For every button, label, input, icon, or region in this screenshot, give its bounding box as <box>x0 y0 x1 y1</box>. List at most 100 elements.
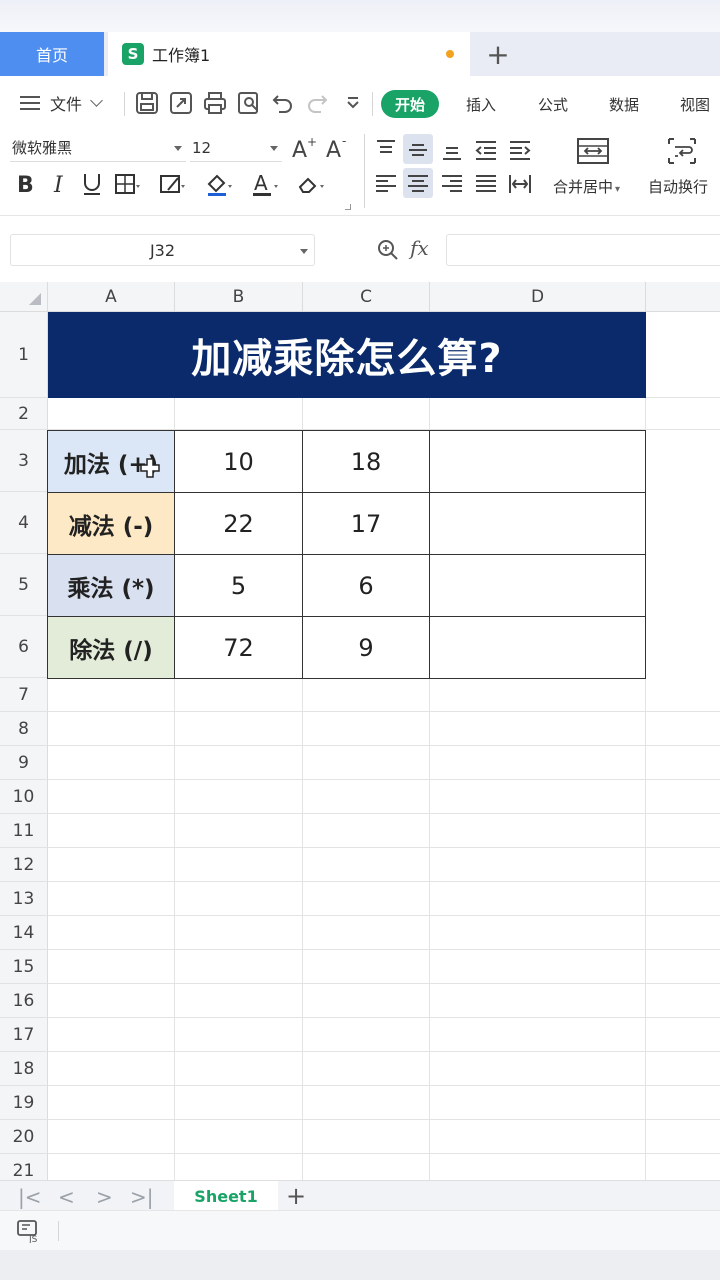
cell-c4[interactable]: 17 <box>303 493 430 555</box>
auto-wrap-button[interactable]: 自动换行 <box>648 176 708 197</box>
cell-d3[interactable] <box>430 431 646 493</box>
font-color-icon[interactable]: A <box>250 170 278 198</box>
cell-d6[interactable] <box>430 617 646 679</box>
cell-b4[interactable]: 22 <box>175 493 303 555</box>
cell-b5[interactable]: 5 <box>175 555 303 617</box>
align-middle-icon[interactable] <box>404 136 432 164</box>
row-header[interactable]: 21 <box>0 1154 48 1180</box>
column-header-c[interactable]: C <box>303 282 430 312</box>
formula-input[interactable] <box>446 234 720 266</box>
row-header[interactable]: 17 <box>0 1018 48 1052</box>
bold-icon[interactable]: B <box>12 170 40 198</box>
tab-start[interactable]: 开始 <box>381 90 440 118</box>
decrease-font-icon[interactable]: A - <box>324 134 352 162</box>
row-header[interactable]: 12 <box>0 848 48 882</box>
add-sheet-button[interactable]: + <box>284 1181 308 1211</box>
italic-icon[interactable]: I <box>46 170 74 198</box>
align-top-icon[interactable] <box>372 136 400 164</box>
cell-b6[interactable]: 72 <box>175 617 303 679</box>
row-header[interactable]: 5 <box>0 554 48 616</box>
align-left-icon[interactable] <box>372 170 400 198</box>
redo-icon[interactable] <box>304 90 330 116</box>
title-cell[interactable]: 加减乘除怎么算? <box>48 312 646 398</box>
column-header-a[interactable]: A <box>48 282 175 312</box>
row-header[interactable]: 18 <box>0 1052 48 1086</box>
export-icon[interactable] <box>168 90 194 116</box>
column-header-b[interactable]: B <box>175 282 303 312</box>
tab-home[interactable]: 首页 <box>0 32 104 76</box>
tab-data[interactable]: 数据 <box>609 90 639 118</box>
fx-icon[interactable]: fx <box>410 236 429 260</box>
align-right-icon[interactable] <box>438 170 466 198</box>
row-header[interactable]: 13 <box>0 882 48 916</box>
font-dialog-launcher-icon[interactable] <box>345 204 351 210</box>
border-icon[interactable] <box>112 170 140 198</box>
name-box[interactable]: J32 <box>10 234 315 266</box>
save-icon[interactable] <box>134 90 160 116</box>
tab-view[interactable]: 视图 <box>680 90 710 118</box>
cell-a5[interactable]: 乘法 (*) <box>48 555 175 617</box>
select-all-corner[interactable] <box>0 282 48 312</box>
sheet-tab-sheet1[interactable]: Sheet1 <box>174 1181 278 1211</box>
row-header[interactable]: 20 <box>0 1120 48 1154</box>
clear-format-icon[interactable] <box>296 170 324 198</box>
cell-d5[interactable] <box>430 555 646 617</box>
first-sheet-icon[interactable]: |< <box>18 1185 42 1209</box>
more-dropdown-icon[interactable] <box>340 90 366 116</box>
cell-a4[interactable]: 减法 (-) <box>48 493 175 555</box>
last-sheet-icon[interactable]: >| <box>130 1185 154 1209</box>
font-size-select[interactable]: 12 <box>190 134 282 162</box>
merge-center-icon[interactable] <box>576 136 610 166</box>
cell-d4[interactable] <box>430 493 646 555</box>
increase-font-icon[interactable]: A + <box>290 134 318 162</box>
auto-wrap-icon[interactable] <box>666 136 698 166</box>
underline-icon[interactable] <box>78 170 106 198</box>
row-header[interactable]: 6 <box>0 616 48 678</box>
row-header[interactable]: 8 <box>0 712 48 746</box>
new-tab-button[interactable]: + <box>484 36 512 72</box>
indent-decrease-icon[interactable] <box>472 136 500 164</box>
row-header[interactable]: 9 <box>0 746 48 780</box>
row-header[interactable]: 1 <box>0 312 48 398</box>
row-header[interactable]: 19 <box>0 1086 48 1120</box>
row-header[interactable]: 11 <box>0 814 48 848</box>
row-header[interactable]: 3 <box>0 430 48 492</box>
tab-insert[interactable]: 插入 <box>466 90 496 118</box>
print-icon[interactable] <box>202 90 228 116</box>
tab-workbook[interactable]: S 工作簿1 <box>108 32 470 76</box>
cell-b3[interactable]: 10 <box>175 431 303 493</box>
cell-c6[interactable]: 9 <box>303 617 430 679</box>
font-name-select[interactable]: 微软雅黑 <box>10 134 186 162</box>
macro-js-icon[interactable]: JS <box>16 1219 42 1243</box>
spreadsheet-grid[interactable]: A B C D 1 2 3 4 5 6 7 8 9 10 11 12 13 14… <box>0 282 720 1180</box>
undo-icon[interactable] <box>270 90 296 116</box>
file-menu[interactable]: 文件 <box>20 88 103 118</box>
tab-formula[interactable]: 公式 <box>538 90 568 118</box>
fill-color-icon[interactable] <box>204 170 232 198</box>
row-header[interactable]: 7 <box>0 678 48 712</box>
align-center-icon[interactable] <box>404 170 432 198</box>
row-header[interactable]: 16 <box>0 984 48 1018</box>
hamburger-icon <box>20 96 40 110</box>
zoom-search-icon[interactable] <box>376 238 400 262</box>
cell-c3[interactable]: 18 <box>303 431 430 493</box>
row-header[interactable]: 14 <box>0 916 48 950</box>
cell-a6[interactable]: 除法 (/) <box>48 617 175 679</box>
prev-sheet-icon[interactable]: < <box>58 1185 75 1209</box>
cell-style-icon[interactable] <box>158 170 186 198</box>
cell-c5[interactable]: 6 <box>303 555 430 617</box>
merge-center-button[interactable]: 合并居中 ▾ <box>553 176 620 197</box>
align-bottom-icon[interactable] <box>438 136 466 164</box>
row-header[interactable]: 4 <box>0 492 48 554</box>
indent-increase-icon[interactable] <box>506 136 534 164</box>
column-header-d[interactable]: D <box>430 282 646 312</box>
print-preview-icon[interactable] <box>236 90 262 116</box>
row-header[interactable]: 2 <box>0 398 48 430</box>
justify-icon[interactable] <box>472 170 500 198</box>
column-header-e[interactable] <box>646 282 720 312</box>
top-blank-bar <box>0 0 720 32</box>
row-header[interactable]: 10 <box>0 780 48 814</box>
distributed-align-icon[interactable] <box>506 170 534 198</box>
next-sheet-icon[interactable]: > <box>96 1185 113 1209</box>
row-header[interactable]: 15 <box>0 950 48 984</box>
